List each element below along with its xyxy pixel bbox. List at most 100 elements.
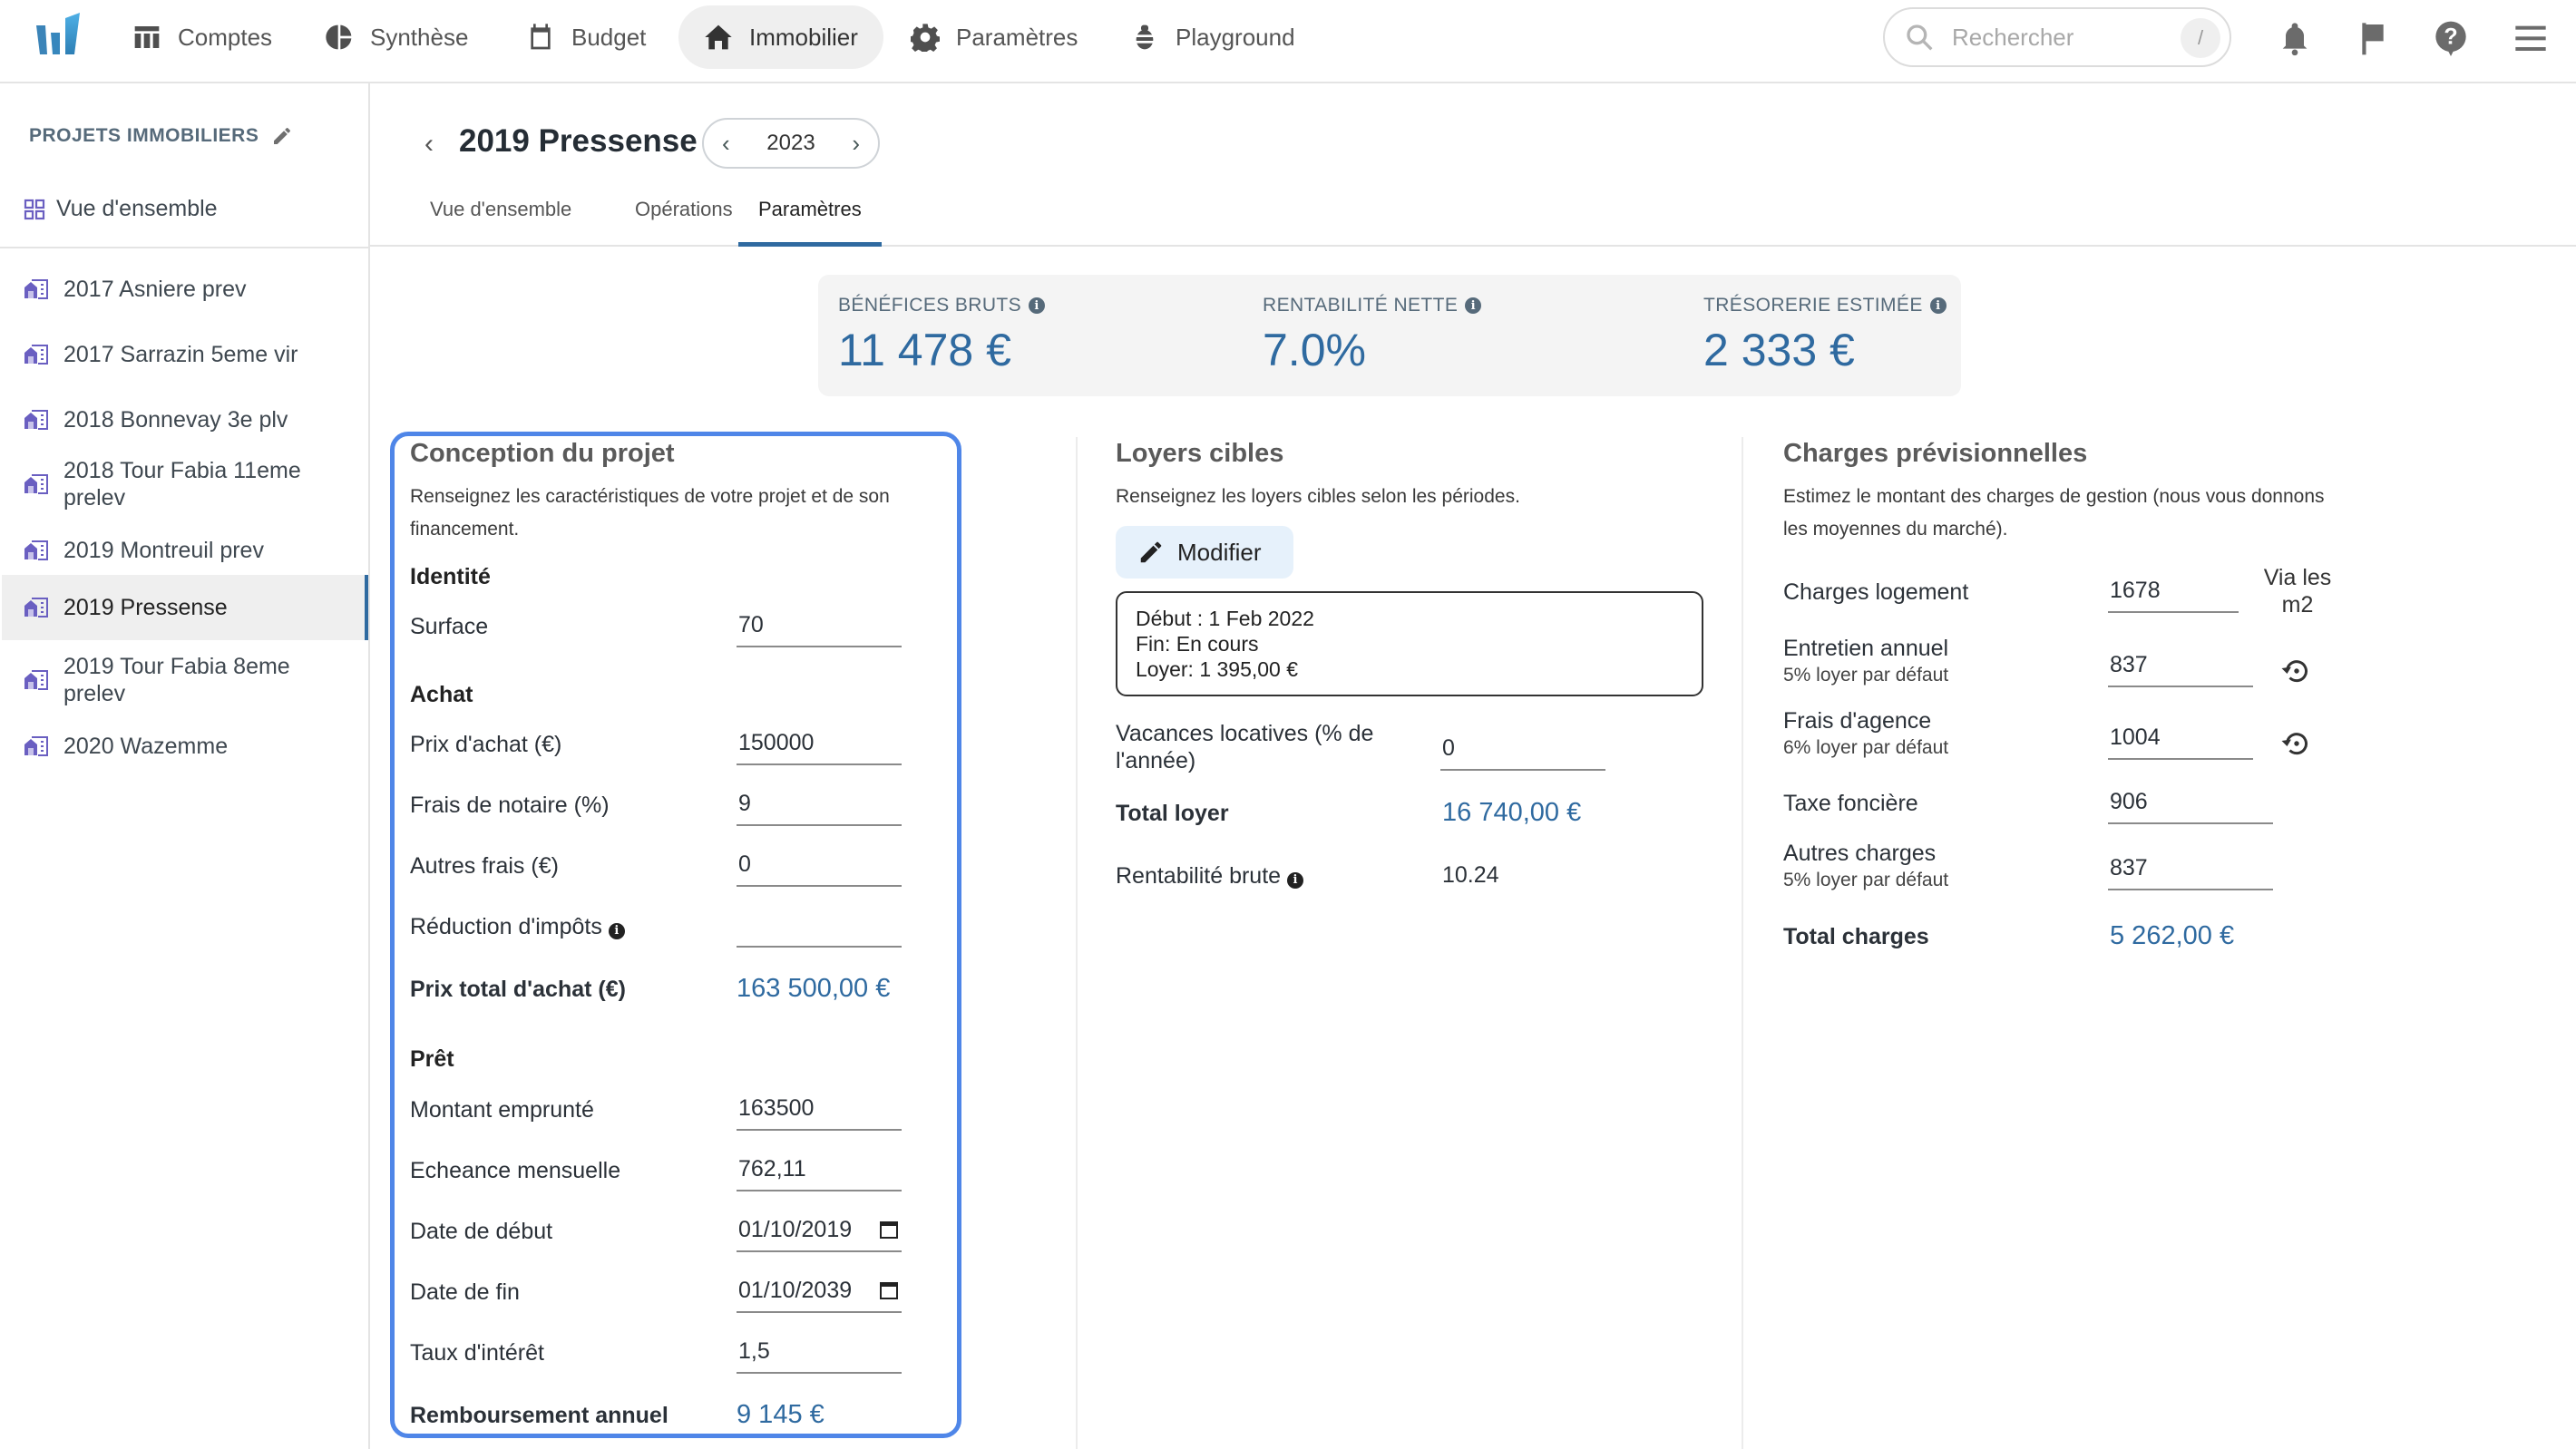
via-m2-link[interactable]: Via les m2 [2257, 564, 2338, 618]
sidebar-project-label: 2020 Wazemme [63, 734, 229, 759]
building-icon [24, 279, 48, 299]
tab-bar: Vue d'ensemble Opérations Paramètres [370, 187, 2576, 247]
kpi-label: BÉNÉFICES BRUTS [838, 295, 1022, 316]
taux-interet-label: Taux d'intérêt [410, 1340, 544, 1366]
date-debut-input[interactable]: 01/10/2019 [737, 1209, 902, 1252]
sidebar-project-item[interactable]: 2017 Asniere prev [2, 267, 368, 312]
sidebar-project-item[interactable]: 2020 Wazemme [2, 724, 368, 769]
period-rent: Loyer: 1 395,00 € [1136, 657, 1299, 681]
sidebar-project-item[interactable]: 2019 Montreuil prev [2, 528, 368, 573]
sidebar-project-item-active[interactable]: 2019 Pressense [2, 575, 368, 640]
montant-emprunte-input[interactable] [737, 1087, 902, 1131]
prix-achat-input[interactable] [737, 722, 902, 765]
reduction-impots-input[interactable] [737, 904, 902, 948]
nav-comptes[interactable]: Comptes [107, 5, 298, 69]
taxe-fonciere-label: Taxe foncière [1783, 791, 1918, 816]
echeance-mensuelle-input[interactable] [737, 1148, 902, 1191]
help-button[interactable]: ? [2433, 20, 2469, 56]
entretien-annuel-input[interactable] [2108, 644, 2253, 687]
flag-button[interactable] [2355, 20, 2391, 56]
sidebar-project-item[interactable]: 2017 Sarrazin 5eme vir [2, 332, 368, 377]
search-box[interactable]: / [1883, 7, 2231, 67]
year-selector: ‹ 2023 › [702, 118, 880, 169]
sidebar-project-label: 2019 Pressense [63, 595, 228, 620]
sidebar-project-item[interactable]: 2018 Bonnevay 3e plv [2, 397, 368, 442]
menu-button[interactable] [2513, 20, 2549, 56]
table-icon [134, 26, 160, 48]
kpi-label: RENTABILITÉ NETTE [1263, 295, 1459, 316]
period-start: Début : 1 Feb 2022 [1136, 607, 1314, 630]
charges-title: Charges prévisionnelles [1783, 439, 2088, 468]
building-icon [24, 670, 48, 690]
frais-agence-input[interactable] [2108, 716, 2253, 760]
back-chevron-icon[interactable]: ‹ [424, 129, 434, 160]
group-pret: Prêt [410, 1046, 454, 1072]
sidebar-project-item[interactable]: 2018 Tour Fabia 11eme prelev [2, 448, 368, 520]
prix-total-value: 163 500,00 € [737, 974, 891, 1003]
tab-operations[interactable]: Opérations [615, 187, 753, 247]
rentabilite-brute-value: 10.24 [1442, 862, 1499, 888]
building-icon [24, 598, 48, 618]
charges-logement-label: Charges logement [1783, 579, 1969, 605]
nav-label: Synthèse [370, 23, 469, 51]
nav-budget[interactable]: Budget [501, 5, 671, 69]
reset-default-icon[interactable] [2280, 727, 2313, 760]
date-fin-input[interactable]: 01/10/2039 [737, 1269, 902, 1313]
info-icon[interactable]: i [1929, 297, 1947, 314]
nav-playground[interactable]: Playground [1105, 5, 1321, 69]
modifier-label: Modifier [1177, 538, 1262, 566]
charges-logement-input[interactable] [2108, 569, 2239, 613]
info-icon[interactable]: i [1465, 297, 1482, 314]
entretien-annuel-label: Entretien annuel 5% loyer par défaut [1783, 635, 1948, 689]
sidebar-project-label: 2018 Tour Fabia 11eme prelev [63, 458, 301, 511]
app-logo[interactable] [34, 13, 85, 56]
calendar-icon[interactable] [878, 1219, 900, 1240]
nav-synthese[interactable]: Synthèse [299, 5, 493, 69]
autres-charges-subtext: 5% loyer par défaut [1783, 870, 1949, 890]
sidebar-project-item[interactable]: 2019 Tour Fabia 8eme prelev [2, 644, 368, 716]
page-title: 2019 Pressense [459, 123, 698, 159]
info-icon[interactable]: i [1287, 872, 1304, 889]
taux-interet-input[interactable] [737, 1330, 902, 1374]
column-divider [1076, 437, 1078, 1449]
surface-input[interactable] [737, 604, 902, 647]
building-icon [24, 410, 48, 430]
info-icon[interactable]: i [1029, 297, 1046, 314]
autres-charges-input[interactable] [2108, 847, 2273, 890]
building-icon [24, 474, 48, 494]
calendar-icon[interactable] [878, 1279, 900, 1301]
nav-parametres[interactable]: Paramètres [885, 5, 1103, 69]
sidebar: PROJETS IMMOBILIERS Vue d'ensemble 2017 … [0, 83, 370, 1449]
tab-parametres[interactable]: Paramètres [738, 187, 882, 247]
tab-overview[interactable]: Vue d'ensemble [410, 187, 591, 247]
notifications-button[interactable] [2277, 20, 2313, 56]
reset-default-icon[interactable] [2280, 655, 2313, 687]
kpi-benefices-bruts: BÉNÉFICES BRUTS i 11 478 € [838, 295, 1046, 376]
hamburger-menu-icon [2515, 25, 2546, 51]
next-year-button[interactable]: › [852, 130, 860, 158]
sidebar-item-label: Vue d'ensemble [56, 196, 218, 221]
total-charges-label: Total charges [1783, 924, 1929, 949]
modifier-button[interactable]: Modifier [1116, 526, 1293, 579]
nav-immobilier[interactable]: Immobilier [678, 5, 883, 69]
edit-pencil-icon[interactable] [271, 125, 293, 147]
sidebar-title: PROJETS IMMOBILIERS [29, 125, 293, 147]
nav-label: Playground [1176, 23, 1295, 51]
vacances-locatives-input[interactable] [1440, 727, 1605, 771]
sidebar-item-overview[interactable]: Vue d'ensemble [24, 196, 218, 222]
kpi-value: 7.0% [1263, 325, 1366, 375]
autres-frais-input[interactable] [737, 843, 902, 887]
search-input[interactable] [1952, 23, 2170, 52]
nav-label: Paramètres [956, 23, 1078, 51]
pencil-icon [1140, 541, 1162, 563]
taxe-fonciere-input[interactable] [2108, 781, 2273, 824]
rentabilite-brute-text: Rentabilité brute [1116, 863, 1282, 889]
help-icon: ? [2435, 21, 2466, 56]
previous-year-button[interactable]: ‹ [722, 130, 730, 158]
rentabilite-brute-label: Rentabilité brute i [1116, 862, 1304, 890]
total-loyer-label: Total loyer [1116, 801, 1229, 826]
frais-notaire-input[interactable] [737, 783, 902, 826]
info-icon[interactable]: i [608, 923, 625, 939]
rent-period-card[interactable]: Début : 1 Feb 2022 Fin: En cours Loyer: … [1116, 591, 1703, 696]
nav-label: Comptes [178, 23, 273, 51]
